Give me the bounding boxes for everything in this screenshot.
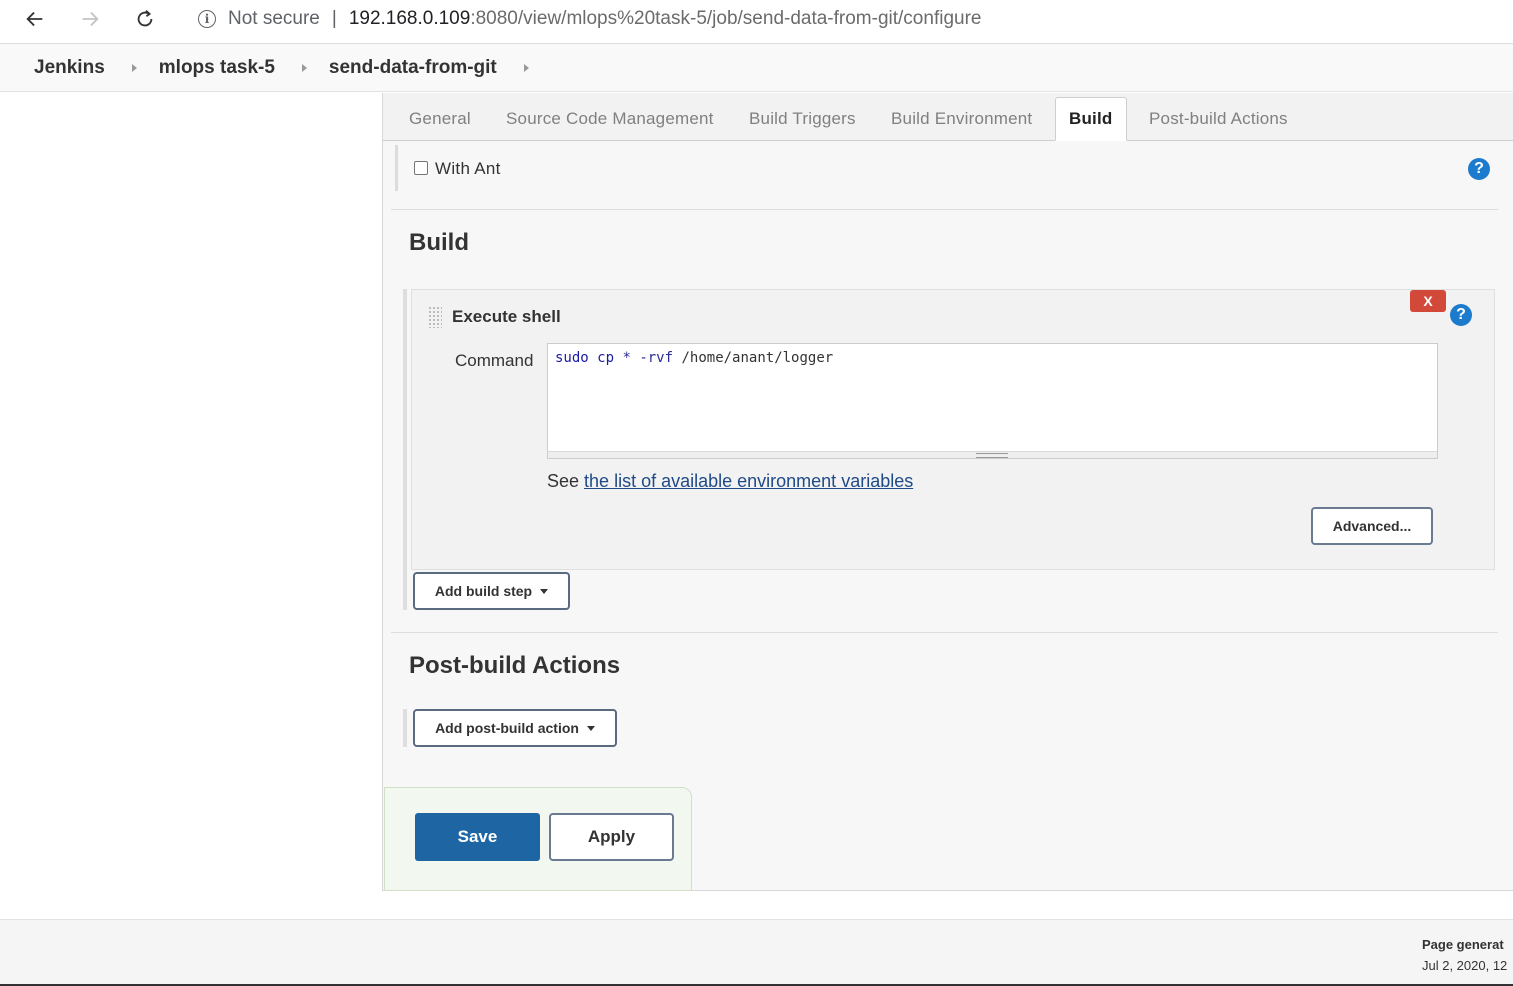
config-form: General Source Code Management Build Tri… — [382, 93, 1513, 891]
tab-source-code-management[interactable]: Source Code Management — [493, 97, 727, 141]
command-token-sub: cp — [597, 350, 615, 366]
page-generated-label: Page generat — [1422, 937, 1504, 952]
info-icon[interactable]: i — [198, 10, 216, 28]
breadcrumb-arrow-icon[interactable] — [523, 63, 529, 72]
env-hint-prefix: See — [547, 471, 580, 491]
back-button[interactable] — [20, 6, 50, 32]
address-bar[interactable]: i Not secure | 192.168.0.109 :8080/view/… — [180, 0, 1513, 38]
command-token-glob: * — [622, 350, 631, 366]
help-icon[interactable]: ? — [1468, 158, 1490, 180]
add-post-build-action-button[interactable]: Add post-build action — [413, 709, 617, 747]
help-icon[interactable]: ? — [1450, 304, 1472, 326]
env-vars-link[interactable]: the list of available environment variab… — [584, 471, 913, 491]
tab-post-build-actions[interactable]: Post-build Actions — [1136, 97, 1301, 141]
reload-icon — [137, 10, 153, 27]
tab-build-triggers[interactable]: Build Triggers — [736, 97, 869, 141]
build-section-title: Build — [409, 229, 469, 256]
breadcrumb: Jenkins mlops task-5 send-data-from-git — [0, 44, 1513, 92]
browser-toolbar: i Not secure | 192.168.0.109 :8080/view/… — [0, 0, 1513, 44]
drag-handle-icon[interactable] — [428, 306, 442, 328]
url-host: 192.168.0.109 — [348, 8, 471, 29]
apply-button[interactable]: Apply — [549, 813, 674, 861]
save-button[interactable]: Save — [415, 813, 540, 861]
add-build-step-label: Add build step — [434, 583, 533, 599]
breadcrumb-jenkins[interactable]: Jenkins — [34, 57, 105, 79]
command-token-cmd: sudo — [555, 350, 589, 366]
execute-shell-step: Execute shell X Command sudo cp * -rvf /… — [411, 289, 1495, 570]
forward-button[interactable] — [75, 6, 105, 32]
dropdown-arrow-icon — [540, 588, 549, 594]
build-section-bar — [403, 289, 407, 610]
side-panel — [0, 93, 383, 919]
arrow-right-icon — [82, 11, 99, 27]
save-bar: Save Apply — [384, 787, 692, 891]
tab-build[interactable]: Build — [1055, 97, 1127, 141]
step-title: Execute shell — [452, 307, 561, 326]
reload-button[interactable] — [130, 6, 160, 32]
breadcrumb-arrow-icon[interactable] — [301, 63, 307, 72]
breadcrumb-job[interactable]: send-data-from-git — [329, 57, 497, 79]
url-path: :8080/view/mlops%20task-5/job/send-data-… — [470, 8, 982, 29]
with-ant-row: With Ant — [395, 145, 1500, 191]
url-separator: | — [331, 8, 337, 29]
section-divider — [391, 632, 1498, 633]
command-token-path: /home/anant/logger — [681, 350, 834, 366]
with-ant-checkbox[interactable] — [414, 161, 428, 175]
page-footer: Page generat Jul 2, 2020, 12 — [0, 919, 1513, 986]
arrow-left-icon — [26, 11, 43, 27]
delete-step-button[interactable]: X — [1410, 290, 1446, 312]
command-token-flag: -rvf — [639, 350, 674, 366]
command-label: Command — [455, 351, 534, 370]
tab-general[interactable]: General — [396, 97, 484, 141]
post-build-section-bar — [403, 709, 407, 747]
textarea-resize-handle[interactable] — [548, 451, 1437, 458]
breadcrumb-view[interactable]: mlops task-5 — [159, 57, 275, 79]
command-textarea[interactable]: sudo cp * -rvf /home/anant/logger — [547, 343, 1438, 459]
section-divider — [391, 209, 1498, 210]
config-tabbar: General Source Code Management Build Tri… — [383, 93, 1513, 141]
post-build-section-title: Post-build Actions — [409, 652, 621, 679]
breadcrumb-arrow-icon[interactable] — [131, 63, 137, 72]
advanced-button[interactable]: Advanced... — [1311, 507, 1433, 545]
with-ant-label[interactable]: With Ant — [435, 159, 501, 179]
page-generated-date: Jul 2, 2020, 12 — [1422, 958, 1508, 973]
tab-build-environment[interactable]: Build Environment — [878, 97, 1045, 141]
add-build-step-button[interactable]: Add build step — [413, 572, 570, 610]
dropdown-arrow-icon — [586, 725, 595, 731]
add-post-build-label: Add post-build action — [435, 720, 579, 736]
security-status: Not secure — [228, 8, 320, 29]
env-vars-hint: See the list of available environment va… — [547, 471, 913, 492]
